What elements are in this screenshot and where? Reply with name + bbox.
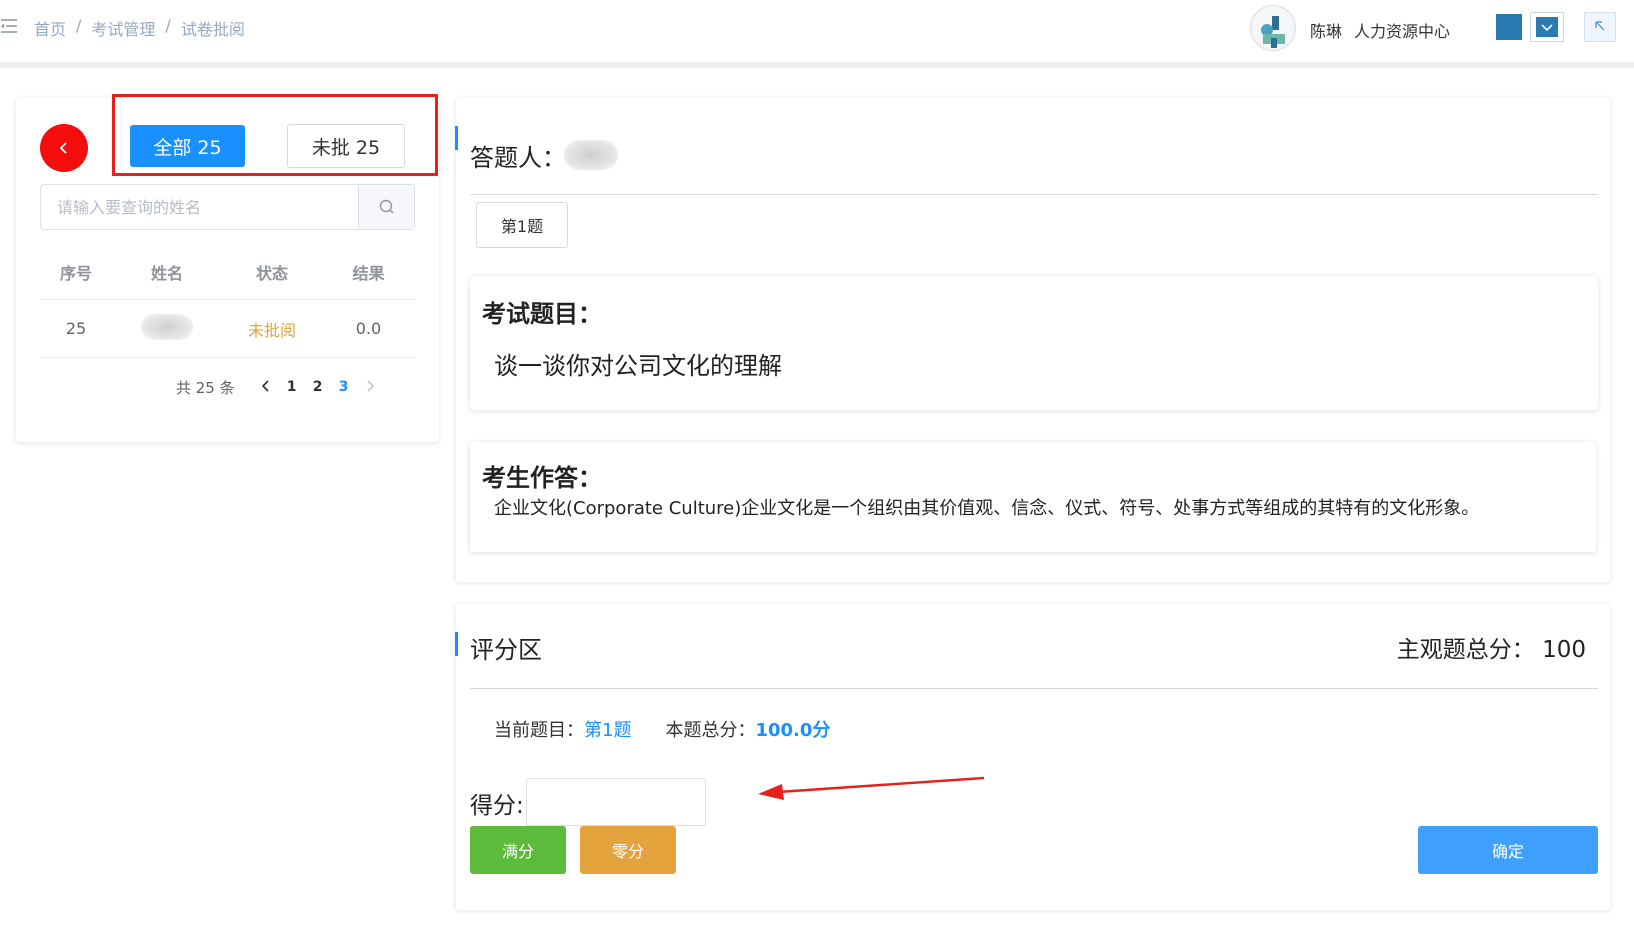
breadcrumb-paper-review: 试卷批阅 [180,20,245,39]
filter-unreviewed-button[interactable]: 未批 25 [287,124,405,168]
chevron-left-icon [59,142,67,154]
chevron-down-icon [1536,17,1558,37]
question-text: 谈一谈你对公司文化的理解 [494,352,782,380]
column-header-name: 姓名 [150,263,183,283]
top-bar: 首页 / 考试管理 / 试卷批阅 陈琳 人力资源中心 [0,0,1634,62]
confirm-button[interactable]: 确定 [1418,826,1598,874]
prev-page-icon[interactable] [253,378,279,396]
pagination: 共 25 条 1 2 3 [176,374,383,400]
current-question-label: 当前题目： [494,720,584,741]
scoring-panel: 评分区 主观题总分： 100 当前题目： 第1题 本题总分： 100.0分 得分… [455,604,1610,910]
divider [470,194,1598,195]
fullscreen-button[interactable] [1584,12,1616,42]
header-divider [0,62,1634,68]
search-input[interactable] [41,185,359,229]
page-3[interactable]: 3 [331,379,357,395]
score-label: 得分: [470,793,524,819]
section-accent-bar [455,632,458,656]
answerer-label: 答题人： [470,144,566,172]
cell-name [112,313,222,344]
breadcrumb-separator: / [165,16,171,35]
score-input[interactable] [526,778,706,826]
next-page-icon[interactable] [357,378,383,396]
dropdown-button[interactable] [1530,12,1564,42]
subjective-total-label: 主观题总分： [1396,637,1535,663]
divider [470,688,1598,689]
filter-all-button[interactable]: 全部 25 [130,125,245,167]
question-total-label: 本题总分： [665,720,756,741]
column-header-result: 结果 [352,263,385,283]
scoring-title: 评分区 [470,636,542,664]
full-score-button[interactable]: 满分 [470,826,566,874]
user-name[interactable]: 陈琳 [1310,18,1342,42]
annotation-arrow [758,776,985,800]
candidate-table: 序号 姓名 状态 结果 25 未批阅 0.0 [40,244,415,358]
cell-result: 0.0 [355,319,382,338]
expand-icon [1595,21,1605,31]
search-button[interactable] [358,185,414,229]
breadcrumb-exam-management[interactable]: 考试管理 [91,16,155,40]
pagination-total: 共 25 条 [176,378,235,397]
theme-color-button[interactable] [1496,14,1522,40]
subjective-total-value: 100 [1542,637,1586,663]
candidate-list-panel: 全部 25 未批 25 序号 姓名 状态 结果 25 未批阅 0.0 共 25 … [16,94,439,442]
user-department[interactable]: 人力资源中心 [1354,18,1450,42]
answer-title: 考生作答： [482,464,602,492]
current-question-value[interactable]: 第1题 [584,716,631,742]
column-header-status: 状态 [255,263,288,283]
menu-toggle-icon[interactable] [0,16,20,36]
cell-status: 未批阅 [247,320,296,340]
breadcrumb: 首页 / 考试管理 / 试卷批阅 [34,16,245,40]
avatar[interactable] [1250,5,1296,51]
question-total-value: 100.0分 [755,720,831,741]
question-title: 考试题目： [482,300,602,328]
blurred-answerer-name [564,140,618,170]
search-icon [379,199,393,214]
back-button[interactable] [40,124,88,172]
breadcrumb-home[interactable]: 首页 [34,16,66,40]
table-row[interactable]: 25 未批阅 0.0 [40,300,415,358]
column-header-index: 序号 [59,263,92,283]
table-header: 序号 姓名 状态 结果 [40,244,415,300]
cell-index: 25 [65,319,87,338]
zero-score-button[interactable]: 零分 [580,826,676,874]
page-1[interactable]: 1 [279,379,305,395]
blurred-name [141,313,193,340]
breadcrumb-separator: / [76,16,82,35]
subjective-total: 主观题总分： 100 [1397,630,1586,664]
search-box [40,184,415,230]
question-tab-1[interactable]: 第1题 [476,202,568,248]
page-2[interactable]: 2 [305,379,331,395]
current-question-info: 当前题目： 第1题 本题总分： 100.0分 [494,716,830,742]
answer-text: 企业文化(Corporate Culture)企业文化是一个组织由其价值观、信念… [494,498,1480,519]
answer-card: 考生作答： 企业文化(Corporate Culture)企业文化是一个组织由其… [470,442,1596,552]
section-accent-bar [455,126,458,150]
answer-panel: 答题人： 第1题 考试题目： 谈一谈你对公司文化的理解 考生作答： 企业文化(C… [455,98,1610,582]
question-card: 考试题目： 谈一谈你对公司文化的理解 [470,276,1598,410]
